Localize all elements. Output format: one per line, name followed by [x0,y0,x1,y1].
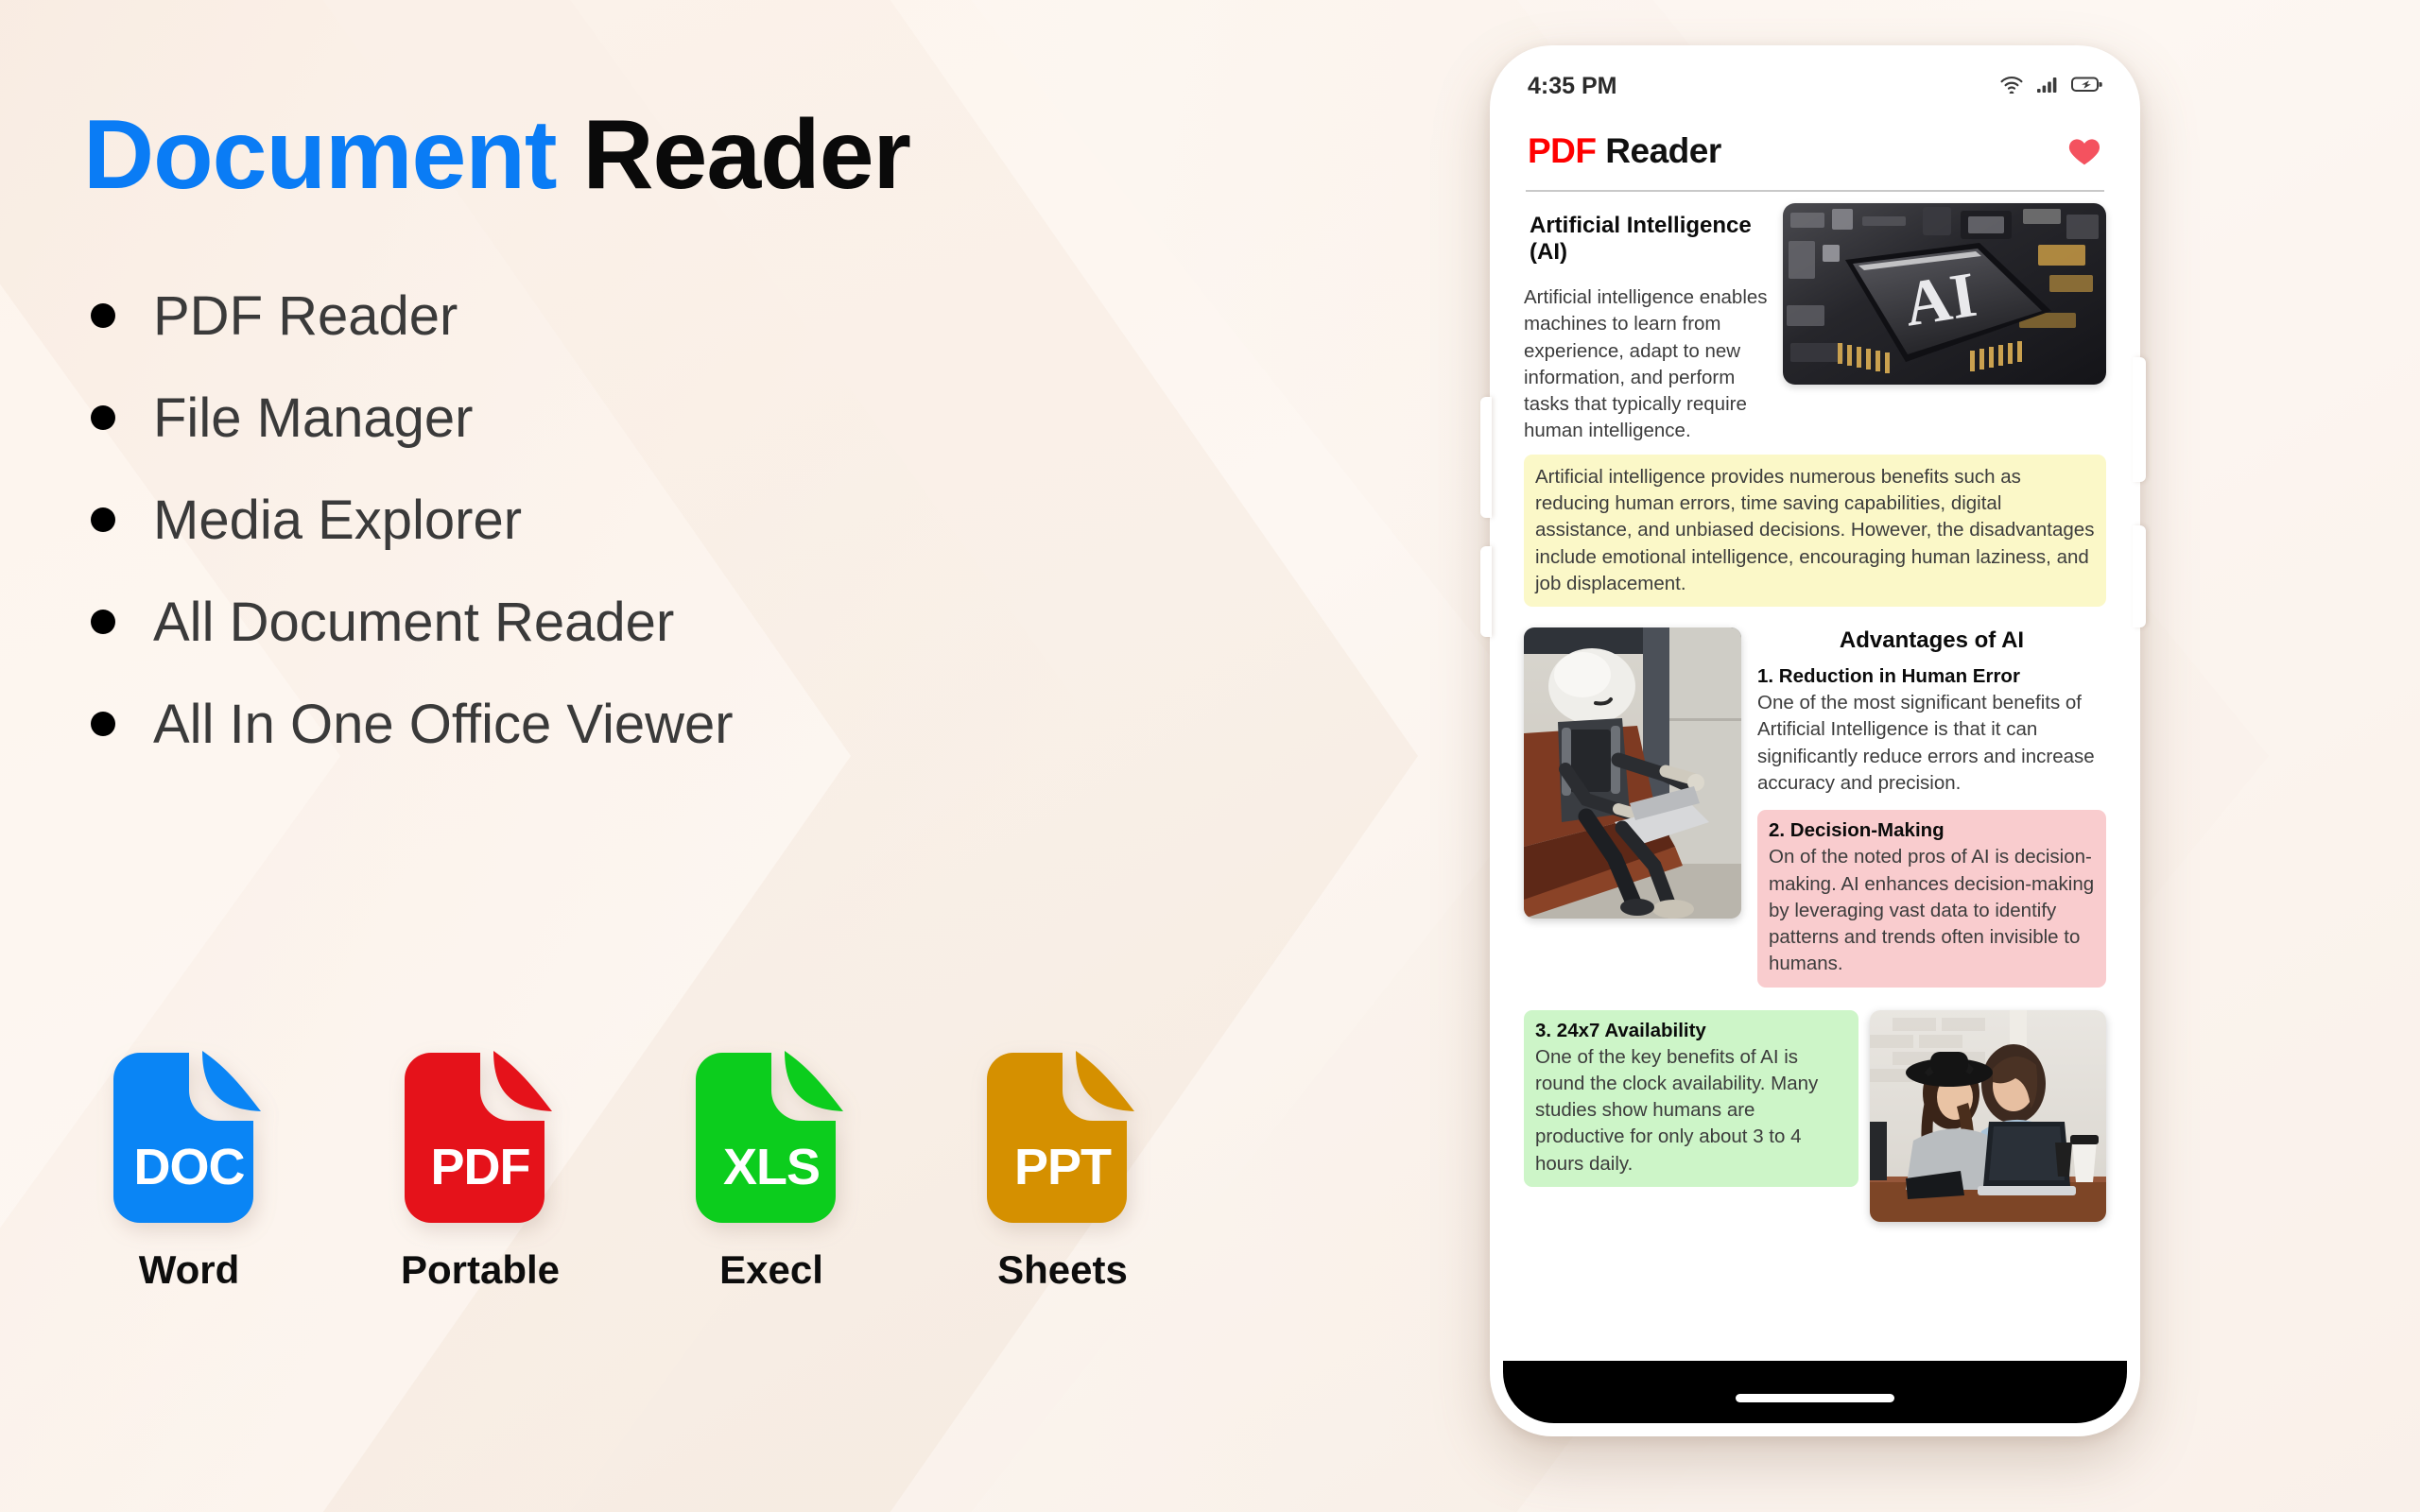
page-title-accent: Document [83,100,557,210]
feature-label: All Document Reader [153,591,675,653]
people-laptop-image [1870,1009,2106,1222]
document-intro-text: Artificial intelligence enables machines… [1524,286,1768,442]
feature-label: Media Explorer [153,489,523,551]
advantages-column: Advantages of AI 1. Reduction in Human E… [1757,627,2106,988]
feature-label: File Manager [153,387,474,449]
feature-label: All In One Office Viewer [153,693,734,755]
svg-text:AI: AI [1899,258,1981,340]
feature-list: PDF Reader File Manager Media Explorer A… [91,265,734,775]
advantage-1-body: One of the most significant benefits of … [1757,692,2095,794]
feature-item: All In One Office Viewer [91,673,734,775]
pdf-file-icon: PDF [386,1038,575,1227]
doc-file-label: DOC [133,1139,246,1195]
home-indicator[interactable] [1736,1394,1894,1402]
battery-charging-icon [2071,75,2102,98]
highlight-pink: 2. Decision-Making On of the noted pros … [1757,810,2106,988]
document-viewer[interactable]: Artificial Intelligence (AI) Artificial … [1503,196,2127,1358]
availability-column: 3. 24x7 Availability One of the key bene… [1524,1009,1858,1188]
xls-file-label: XLS [722,1139,821,1195]
advantage-1-title: 1. Reduction in Human Error [1757,665,2020,688]
phone-nav-bar [1503,1361,2127,1423]
ppt-file-label: PPT [1013,1139,1112,1195]
doc-file-caption: Word [138,1247,240,1292]
phone-screen: 4:35 PM PDF Reader Artificial Intelligen… [1503,59,2127,1423]
app-bar-divider [1526,190,2104,192]
highlight-yellow-text: Artificial intelligence provides numerou… [1535,465,2095,594]
file-type-ppt[interactable]: PPT Sheets [968,1038,1157,1293]
status-icons [1999,75,2102,98]
app-title: PDF Reader [1528,131,1721,171]
phone-side-button[interactable] [2133,525,2146,627]
bullet-dot-icon [91,405,115,430]
phone-power-button[interactable] [2133,357,2146,482]
page-title-rest: Reader [582,100,911,210]
highlight-yellow: Artificial intelligence provides numerou… [1524,454,2106,608]
page-title: Document Reader [83,106,911,204]
advantage-2-title: 2. Decision-Making [1769,819,1945,842]
wifi-icon [1999,75,2024,98]
status-clock: 4:35 PM [1528,72,1617,99]
phone-volume-down-button[interactable] [1480,546,1492,637]
bullet-dot-icon [91,303,115,328]
app-title-rest: Reader [1596,131,1721,170]
feature-item: File Manager [91,367,734,469]
ppt-file-icon: PPT [968,1038,1157,1227]
document-heading: Artificial Intelligence (AI) [1530,213,1752,265]
intro-row: Artificial Intelligence (AI) Artificial … [1524,203,2106,445]
feature-label: PDF Reader [153,284,458,347]
advantage-3-title: 3. 24x7 Availability [1535,1019,1706,1041]
file-type-pdf[interactable]: PDF Portable [386,1038,575,1293]
intro-text-column: Artificial Intelligence (AI) Artificial … [1524,205,1770,445]
hero-content: Document Reader PDF Reader File Manager … [0,0,1456,1512]
cellular-signal-icon [2036,75,2059,98]
pdf-file-label: PDF [430,1139,531,1195]
phone-volume-up-button[interactable] [1480,397,1492,518]
file-type-xls[interactable]: XLS Execl [677,1038,866,1293]
bullet-dot-icon [91,712,115,736]
feature-item: All Document Reader [91,571,734,673]
bullet-dot-icon [91,610,115,634]
feature-item: Media Explorer [91,469,734,571]
advantages-heading: Advantages of AI [1839,627,2025,654]
highlight-green: 3. 24x7 Availability One of the key bene… [1524,1009,1858,1188]
robot-image [1524,627,1741,919]
app-bar: PDF Reader [1503,115,2127,187]
heart-icon[interactable] [2066,133,2102,169]
advantage-3-body: One of the key benefits of AI is round t… [1535,1045,1819,1175]
status-bar: 4:35 PM [1503,59,2127,113]
ppt-file-caption: Sheets [997,1247,1128,1292]
app-title-accent: PDF [1528,131,1597,170]
bullet-dot-icon [91,507,115,532]
file-type-doc[interactable]: DOC Word [95,1038,284,1293]
pdf-file-caption: Portable [400,1247,561,1292]
xls-file-caption: Execl [719,1247,823,1292]
xls-file-icon: XLS [677,1038,866,1227]
promo-banner: Document Reader PDF Reader File Manager … [0,0,2420,1512]
advantages-row: Advantages of AI 1. Reduction in Human E… [1524,627,2106,988]
doc-file-icon: DOC [95,1038,284,1227]
ai-chip-image: AI [1783,203,2106,385]
advantage-2-body: On of the noted pros of AI is decision-m… [1769,846,2095,975]
file-type-row: DOC Word PDF Portable XLS Execl PPT Shee… [95,1038,1157,1293]
availability-row: 3. 24x7 Availability One of the key bene… [1524,1009,2106,1222]
feature-item: PDF Reader [91,265,734,367]
